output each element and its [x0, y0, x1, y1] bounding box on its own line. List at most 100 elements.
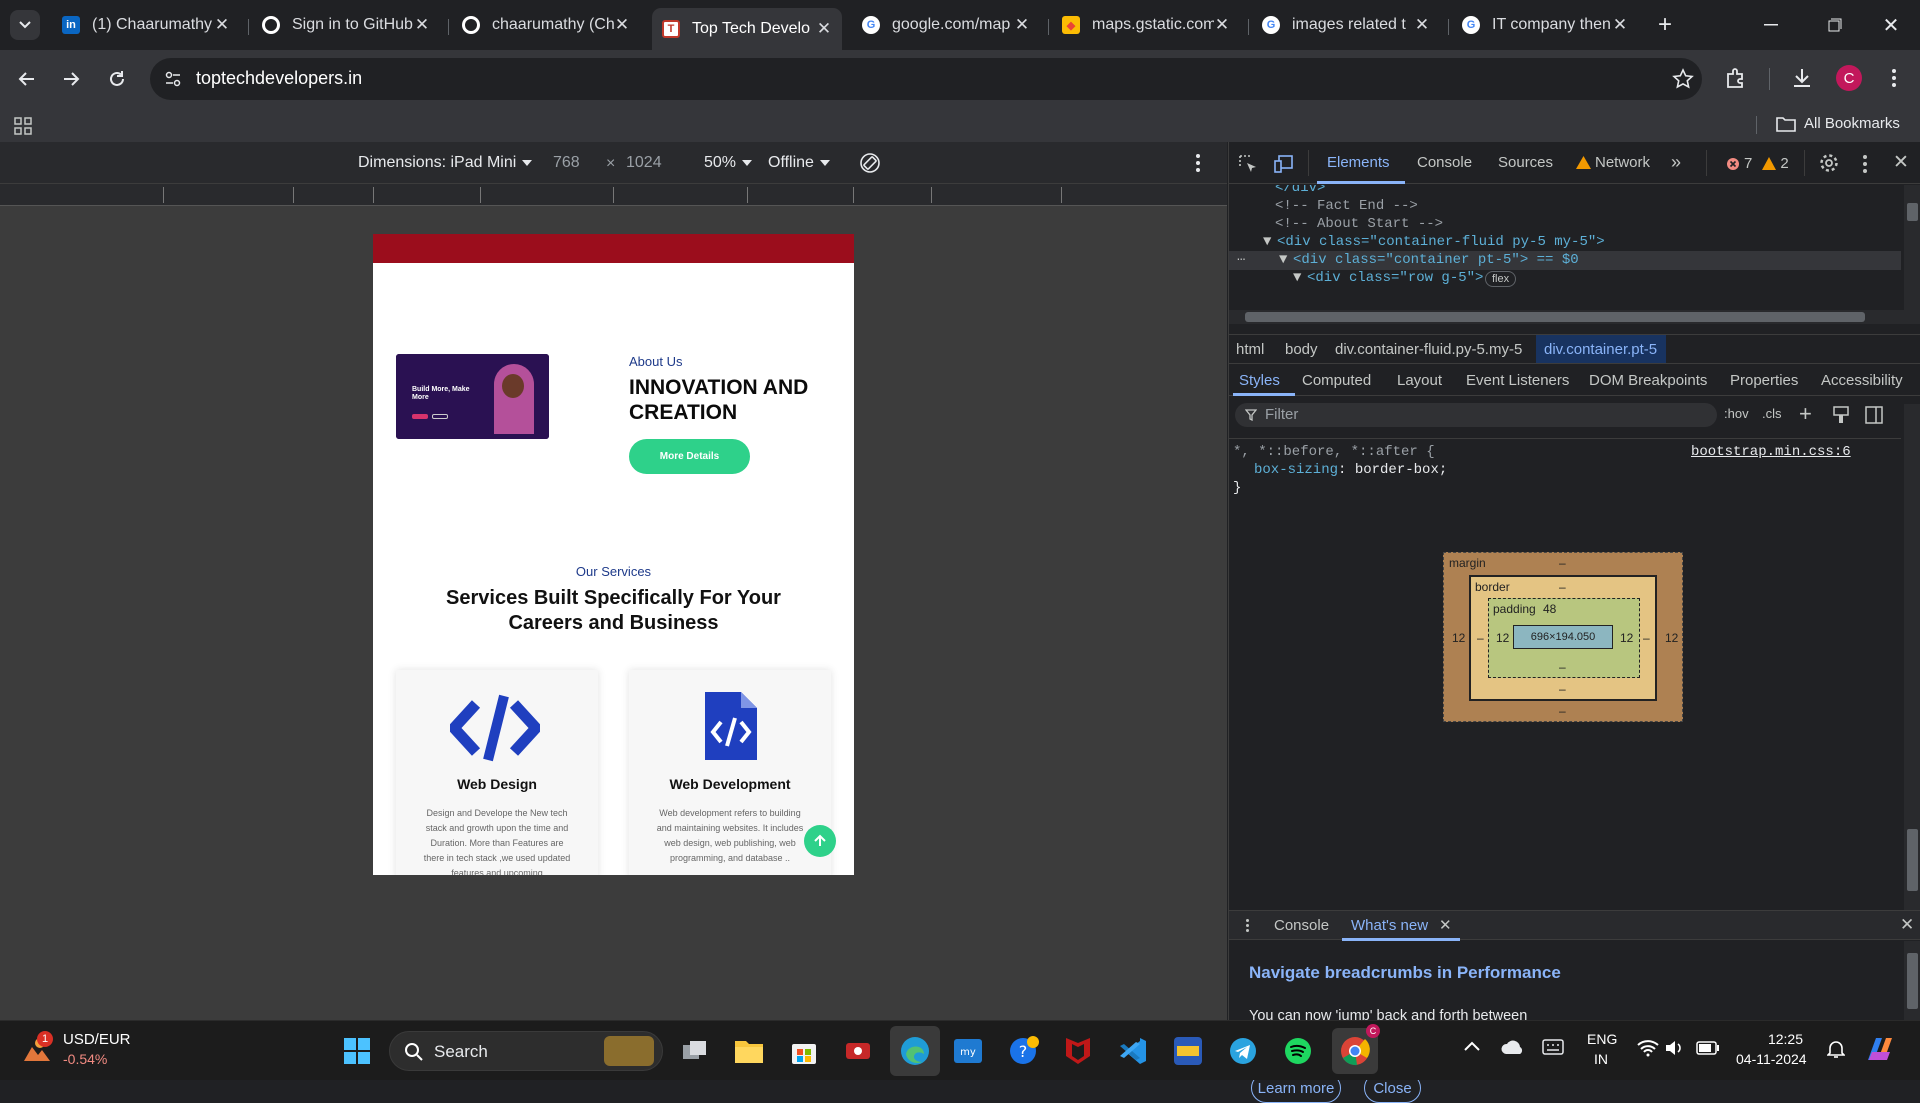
mcafee-icon[interactable]: [1060, 1033, 1096, 1069]
hov-toggle[interactable]: :hov: [1724, 406, 1749, 421]
game-app-icon[interactable]: [1170, 1033, 1206, 1069]
task-view-icon[interactable]: [677, 1033, 713, 1069]
close-tab-icon[interactable]: ✕: [1014, 15, 1030, 35]
device-more-icon[interactable]: [1196, 154, 1200, 172]
drawer-menu-icon[interactable]: [1246, 919, 1249, 932]
keyboard-icon[interactable]: [1542, 1039, 1564, 1055]
download-icon[interactable]: [1790, 66, 1814, 90]
myhp-icon[interactable]: my: [950, 1033, 986, 1069]
all-bookmarks-button[interactable]: All Bookmarks: [1776, 115, 1900, 132]
inspect-element-icon[interactable]: [1238, 154, 1258, 174]
zoom-select[interactable]: 50%: [704, 154, 753, 172]
minimize-icon[interactable]: [1756, 10, 1786, 40]
tab-styles[interactable]: Styles: [1239, 372, 1280, 389]
tab-computed[interactable]: Computed: [1302, 372, 1371, 389]
sidebar-toggle-icon[interactable]: [1865, 406, 1883, 424]
more-tabs-icon[interactable]: »: [1671, 152, 1681, 173]
more-details-button[interactable]: More Details: [629, 439, 750, 474]
tab-properties[interactable]: Properties: [1730, 372, 1798, 389]
dom-expand-icon[interactable]: ▼: [1293, 270, 1301, 286]
tab-sources[interactable]: Sources: [1498, 154, 1553, 171]
dom-comment[interactable]: <!-- About Start -->: [1275, 216, 1443, 232]
help-icon[interactable]: ?: [1005, 1033, 1041, 1069]
reload-icon[interactable]: [104, 66, 130, 92]
ticker-name[interactable]: USD/EUR: [63, 1031, 131, 1048]
microsoft-store-icon[interactable]: [786, 1033, 822, 1069]
new-tab-icon[interactable]: +: [1650, 10, 1680, 40]
window-close-icon[interactable]: ✕: [1876, 10, 1906, 40]
box-model-margin[interactable]: margin – – 12 12 border – – – – padding …: [1443, 552, 1683, 722]
browser-menu-icon[interactable]: [1882, 66, 1906, 90]
dom-comment[interactable]: <!-- Fact End -->: [1275, 198, 1418, 214]
styles-scrollbar[interactable]: [1904, 404, 1920, 910]
dom-expand-icon[interactable]: ▼: [1263, 234, 1271, 250]
tab-accessibility[interactable]: Accessibility: [1821, 372, 1903, 389]
chrome-icon[interactable]: C: [1332, 1024, 1380, 1074]
drawer-scrollbar[interactable]: [1904, 941, 1920, 1020]
breadcrumb-body[interactable]: body: [1285, 341, 1318, 358]
tab-images-related[interactable]: G images related t ✕: [1252, 8, 1440, 42]
box-model-border[interactable]: border – – – – padding 48 – 12 12 696×19…: [1469, 575, 1657, 701]
tab-google-maps[interactable]: G google.com/map ✕: [852, 8, 1040, 42]
service-card-web-design[interactable]: Web Design Design and Develope the New t…: [396, 670, 598, 875]
devtools-menu-icon[interactable]: [1863, 155, 1867, 173]
paint-icon[interactable]: [1833, 406, 1849, 424]
dom-line[interactable]: <div class="container-fluid py-5 my-5">: [1277, 234, 1605, 250]
battery-icon[interactable]: [1696, 1041, 1720, 1055]
devtools-close-icon[interactable]: ✕: [1893, 151, 1909, 174]
spotify-icon[interactable]: [1280, 1033, 1316, 1069]
copilot-icon[interactable]: [1864, 1034, 1896, 1064]
tab-search-button[interactable]: [10, 10, 40, 40]
site-info-icon[interactable]: [164, 70, 182, 88]
close-tab-icon[interactable]: ✕: [214, 15, 230, 35]
dom-scrollbar[interactable]: [1904, 185, 1920, 310]
back-icon[interactable]: [14, 66, 40, 92]
tab-network[interactable]: Network: [1576, 154, 1650, 171]
clock-time[interactable]: 12:25: [1745, 1031, 1803, 1047]
breadcrumb-container[interactable]: div.container.pt-5: [1544, 341, 1657, 358]
device-dimensions-select[interactable]: Dimensions: iPad Mini: [358, 154, 533, 172]
back-to-top-button[interactable]: [804, 825, 836, 857]
drawer-tab-console[interactable]: Console: [1274, 917, 1329, 934]
edge-browser-icon[interactable]: [890, 1026, 940, 1076]
settings-gear-icon[interactable]: [1819, 153, 1839, 173]
address-bar[interactable]: toptechdevelopers.in: [150, 58, 1702, 100]
notifications-bell-icon[interactable]: [1827, 1039, 1845, 1059]
tab-github-profile[interactable]: chaarumathy (Ch ✕: [452, 8, 640, 42]
dom-line[interactable]: <div class="row g-5">: [1307, 270, 1483, 286]
device-width-input[interactable]: 768: [553, 154, 580, 172]
drawer-close-icon[interactable]: ✕: [1900, 915, 1914, 935]
bookmark-star-icon[interactable]: [1672, 68, 1694, 90]
dom-hscrollbar[interactable]: [1229, 310, 1920, 324]
close-tab-icon[interactable]: ✕: [1414, 15, 1430, 35]
telegram-icon[interactable]: [1225, 1033, 1261, 1069]
box-model-content[interactable]: 696×194.050: [1513, 625, 1613, 649]
language-indicator[interactable]: ENG: [1587, 1031, 1617, 1047]
apps-grid-icon[interactable]: [14, 117, 32, 135]
service-card-web-development[interactable]: Web Development Web development refers t…: [629, 670, 831, 875]
dom-line-selected[interactable]: <div class="container pt-5"> == $0: [1293, 252, 1579, 268]
breadcrumb-html[interactable]: html: [1236, 341, 1264, 358]
breadcrumb-container-fluid[interactable]: div.container-fluid.py-5.my-5: [1335, 341, 1522, 358]
close-tab-icon[interactable]: ✕: [1214, 15, 1230, 35]
tab-dom-breakpoints[interactable]: DOM Breakpoints: [1589, 372, 1707, 389]
rotate-icon[interactable]: [858, 151, 882, 175]
clock-date[interactable]: 04-11-2024: [1736, 1051, 1807, 1067]
new-rule-icon[interactable]: +: [1799, 401, 1812, 427]
volume-icon[interactable]: [1664, 1039, 1684, 1057]
tab-top-tech[interactable]: T Top Tech Develo ✕: [652, 8, 842, 50]
styles-filter-input[interactable]: Filter: [1235, 403, 1717, 427]
throttle-select[interactable]: Offline: [768, 154, 830, 172]
tab-it-company[interactable]: G IT company then ✕: [1452, 8, 1638, 42]
wifi-icon[interactable]: [1637, 1039, 1659, 1057]
restore-icon[interactable]: [1820, 10, 1850, 40]
flex-badge[interactable]: flex: [1485, 271, 1517, 287]
close-tab-icon[interactable]: ✕: [614, 15, 630, 35]
cls-toggle[interactable]: .cls: [1762, 406, 1782, 421]
screen-recorder-icon[interactable]: [840, 1033, 876, 1069]
rule-selector[interactable]: *, *::before, *::after {: [1233, 444, 1435, 460]
tab-event-listeners[interactable]: Event Listeners: [1466, 372, 1569, 389]
url-text[interactable]: toptechdevelopers.in: [196, 68, 362, 89]
tab-console[interactable]: Console: [1417, 154, 1472, 171]
close-tab-icon[interactable]: ✕: [1612, 15, 1628, 35]
